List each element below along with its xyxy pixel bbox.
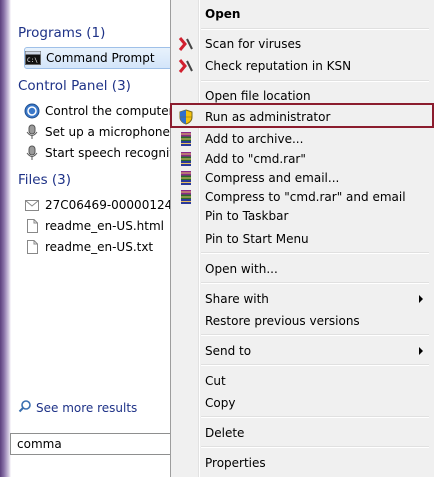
microphone-icon: [24, 124, 40, 140]
kaspersky-icon: [178, 58, 194, 74]
section-title-control-panel: Control Panel (3): [18, 78, 131, 94]
menu-separator: [201, 364, 429, 366]
start-search-input[interactable]: comma: [10, 433, 186, 455]
menu-item-run-as-administrator[interactable]: Run as administrator: [172, 106, 433, 128]
menu-item-label: Open: [205, 7, 241, 21]
menu-item-copy[interactable]: Copy: [172, 392, 433, 414]
menu-item-share-with[interactable]: Share with: [172, 288, 433, 310]
start-menu-panel: Programs (1) C:\ Command Prompt Control …: [0, 0, 194, 477]
kaspersky-icon: [178, 36, 194, 52]
menu-item-label: Compress to "cmd.rar" and email: [205, 190, 406, 204]
menu-item-label: Properties: [205, 456, 266, 470]
menu-item-add-to-archive[interactable]: Add to archive...: [172, 128, 433, 150]
mail-file-icon: [24, 197, 40, 213]
menu-item-check-reputation[interactable]: Check reputation in KSN: [172, 55, 433, 77]
see-more-label: See more results: [36, 400, 138, 415]
result-label: readme_en-US.html: [45, 219, 164, 233]
menu-item-label: Run as administrator: [205, 110, 331, 124]
winrar-icon: [178, 189, 194, 205]
cmd-icon: C:\: [25, 50, 41, 66]
menu-separator: [201, 334, 429, 336]
section-title-files: Files (3): [18, 172, 72, 188]
menu-item-label: Pin to Start Menu: [205, 232, 309, 246]
microphone-icon: [24, 145, 40, 161]
result-file-txt[interactable]: readme_en-US.txt: [24, 237, 194, 257]
menu-separator: [201, 282, 429, 284]
result-file-eml[interactable]: 27C06469-00000124.eml: [24, 195, 194, 215]
winrar-icon: [178, 131, 194, 147]
result-speech-recognition[interactable]: Start speech recognition: [24, 143, 194, 163]
menu-item-label: Pin to Taskbar: [205, 209, 289, 223]
result-command-prompt[interactable]: C:\ Command Prompt: [24, 47, 178, 69]
result-file-html[interactable]: readme_en-US.html: [24, 216, 194, 236]
winrar-icon: [178, 170, 194, 186]
menu-item-label: Scan for viruses: [205, 37, 302, 51]
submenu-arrow-icon: [419, 295, 423, 303]
menu-item-label: Compress and email...: [205, 171, 340, 185]
start-menu-results: Programs (1) C:\ Command Prompt Control …: [11, 0, 194, 477]
menu-item-label: Delete: [205, 426, 245, 440]
svg-text:C:\: C:\: [27, 57, 38, 64]
result-setup-microphone[interactable]: Set up a microphone: [24, 122, 194, 142]
see-more-results-link[interactable]: See more results: [18, 399, 137, 416]
menu-item-label: Restore previous versions: [205, 314, 360, 328]
menu-item-open-with[interactable]: Open with...: [172, 258, 433, 280]
menu-separator: [201, 446, 429, 448]
result-label: Set up a microphone: [45, 125, 170, 139]
menu-separator: [201, 252, 429, 254]
result-label: readme_en-US.txt: [45, 240, 154, 254]
menu-separator: [201, 80, 429, 82]
menu-item-pin-to-taskbar[interactable]: Pin to Taskbar: [172, 205, 433, 227]
menu-item-label: Send to: [205, 344, 252, 358]
menu-item-restore-previous-versions[interactable]: Restore previous versions: [172, 310, 433, 332]
menu-item-open[interactable]: Open: [172, 3, 433, 25]
section-title-programs: Programs (1): [18, 25, 106, 41]
menu-item-label: Share with: [205, 292, 269, 306]
menu-item-send-to[interactable]: Send to: [172, 340, 433, 362]
menu-item-scan-viruses[interactable]: Scan for viruses: [172, 33, 433, 55]
menu-item-label: Copy: [205, 396, 236, 410]
menu-item-label: Check reputation in KSN: [205, 59, 352, 73]
submenu-arrow-icon: [419, 347, 423, 355]
context-menu: Open Scan for viruses Check reputation i…: [170, 0, 434, 477]
menu-item-label: Add to archive...: [205, 132, 304, 146]
menu-item-label: Cut: [205, 374, 226, 388]
search-icon: [18, 399, 32, 416]
menu-item-cut[interactable]: Cut: [172, 370, 433, 392]
winrar-icon: [178, 151, 194, 167]
ease-of-access-icon: [24, 103, 40, 119]
result-control-computer[interactable]: Control the computer without the mouse o…: [24, 101, 194, 121]
document-icon: [24, 239, 40, 255]
menu-item-properties[interactable]: Properties: [172, 452, 433, 474]
menu-separator: [201, 28, 429, 30]
menu-item-label: Add to "cmd.rar": [205, 152, 306, 166]
menu-item-label: Open file location: [205, 89, 311, 103]
menu-item-pin-to-start-menu[interactable]: Pin to Start Menu: [172, 228, 433, 250]
menu-item-delete[interactable]: Delete: [172, 422, 433, 444]
shield-icon: [178, 109, 194, 125]
menu-item-label: Open with...: [205, 262, 278, 276]
document-icon: [24, 218, 40, 234]
menu-separator: [201, 416, 429, 418]
result-label: Command Prompt: [46, 51, 155, 65]
